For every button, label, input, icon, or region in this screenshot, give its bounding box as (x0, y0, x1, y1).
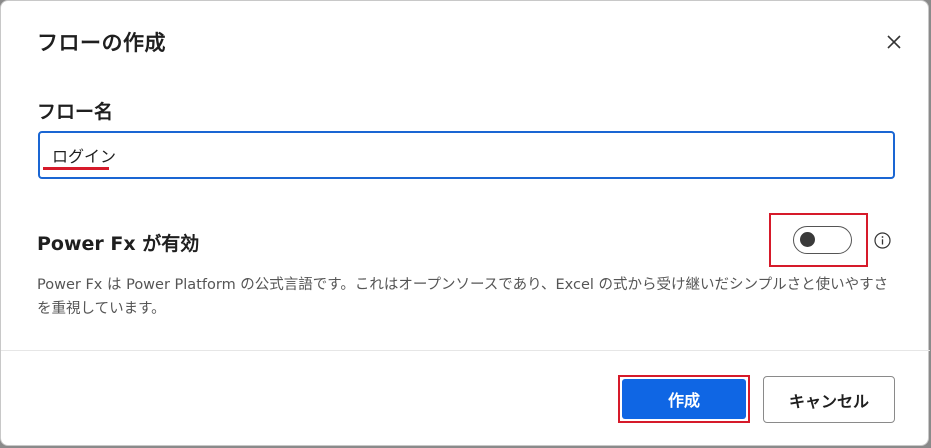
cancel-button[interactable]: キャンセル (763, 376, 895, 423)
dialog-title: フローの作成 (37, 31, 166, 55)
info-icon[interactable] (874, 232, 891, 249)
power-fx-description: Power Fx は Power Platform の公式言語です。これはオープ… (37, 277, 889, 317)
create-button[interactable]: 作成 (622, 379, 746, 419)
power-fx-label: Power Fx が有効 (37, 233, 200, 255)
flow-name-value[interactable]: ログイン (52, 143, 116, 167)
flow-name-input[interactable]: ログイン (38, 131, 895, 179)
close-icon (881, 29, 907, 55)
toggle-knob (800, 232, 815, 247)
close-button[interactable] (881, 29, 907, 55)
footer-divider (1, 350, 930, 351)
power-fx-toggle[interactable] (793, 226, 852, 254)
flow-name-annotation-underline (43, 167, 109, 170)
flow-name-label: フロー名 (37, 101, 114, 123)
create-flow-dialog: フローの作成 フロー名 ログイン Power Fx が有効 Power Fx は… (0, 0, 930, 446)
